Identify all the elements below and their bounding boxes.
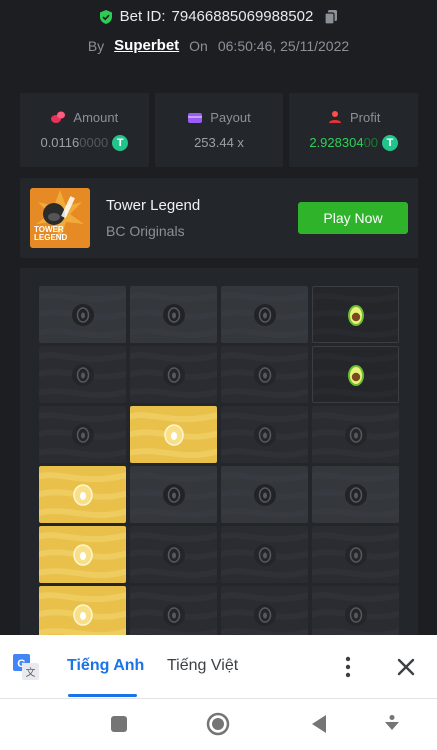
player-link[interactable]: Superbet xyxy=(114,37,179,54)
egg-slot-icon xyxy=(162,363,185,386)
tower-cell-dark xyxy=(39,346,126,403)
payout-label: Payout xyxy=(210,110,251,125)
close-icon[interactable] xyxy=(395,656,417,678)
egg-slot-icon xyxy=(344,543,367,566)
tower-board xyxy=(20,268,418,648)
translate-bar: G 文 Tiếng Anh Tiếng Việt xyxy=(0,635,437,698)
egg-slot-icon xyxy=(253,363,276,386)
tower-grid xyxy=(39,286,399,643)
egg-slot-icon xyxy=(344,483,367,506)
bet-header: Bet ID: 79466885069988502 By Superbet On… xyxy=(0,0,437,70)
game-card: TOWER LEGEND Tower Legend BC Originals P… xyxy=(20,178,418,258)
tower-cell-light xyxy=(221,466,308,523)
home-icon[interactable] xyxy=(206,712,230,736)
tower-cell-gold xyxy=(39,526,126,583)
tower-cell-light xyxy=(130,286,217,343)
tower-cell-dark xyxy=(130,346,217,403)
tower-cell-dark xyxy=(130,526,217,583)
active-tab-indicator xyxy=(68,694,137,697)
game-title[interactable]: Tower Legend xyxy=(106,197,200,214)
egg-slot-icon xyxy=(162,303,185,326)
tower-cell-dark xyxy=(39,406,126,463)
avocado-icon xyxy=(347,364,364,386)
egg-slot-icon xyxy=(71,363,94,386)
tether-coin-icon: T xyxy=(382,134,399,151)
keyboard-hide-icon[interactable] xyxy=(384,714,400,734)
bet-id-label: Bet ID: xyxy=(119,8,166,25)
google-translate-icon[interactable]: G 文 xyxy=(13,654,39,680)
egg-slot-icon xyxy=(344,423,367,446)
system-nav-bar xyxy=(0,698,437,750)
tower-cell-light xyxy=(221,286,308,343)
bet-id-value: 79466885069988502 xyxy=(171,8,314,25)
copy-icon[interactable] xyxy=(323,9,339,25)
egg-slot-icon xyxy=(162,483,185,506)
tab-english[interactable]: Tiếng Anh xyxy=(67,657,144,675)
egg-slot-icon xyxy=(71,423,94,446)
tower-cell-dark xyxy=(312,526,399,583)
egg-slot-icon xyxy=(71,303,94,326)
game-provider: BC Originals xyxy=(106,223,185,239)
tower-cell-avocado xyxy=(312,286,399,343)
tower-cell-gold xyxy=(39,466,126,523)
payout-value: 253.44 x xyxy=(194,135,244,150)
tower-cell-light xyxy=(130,466,217,523)
shield-check-icon xyxy=(99,9,112,24)
egg-slot-icon xyxy=(162,603,185,626)
back-icon[interactable] xyxy=(310,714,328,734)
avocado-icon xyxy=(347,304,364,326)
bet-meta-row: By Superbet On 06:50:46, 25/11/2022 xyxy=(0,37,437,54)
tether-coin-icon: T xyxy=(112,134,129,151)
game-thumbnail[interactable]: TOWER LEGEND xyxy=(30,188,90,248)
bet-id-row: Bet ID: 79466885069988502 xyxy=(0,8,437,25)
profit-value: 2.92830400 T xyxy=(309,134,399,151)
gold-egg-icon xyxy=(72,543,93,566)
profit-icon xyxy=(329,111,341,123)
tower-cell-dark xyxy=(221,346,308,403)
svg-text:文: 文 xyxy=(26,666,36,679)
profit-stat: Profit 2.92830400 T xyxy=(289,93,419,167)
by-label: By xyxy=(87,37,105,54)
coins-icon xyxy=(51,111,66,123)
tab-vietnamese[interactable]: Tiếng Việt xyxy=(167,657,238,675)
recent-apps-icon[interactable] xyxy=(110,715,128,733)
more-options-icon[interactable] xyxy=(340,655,356,679)
payout-stat: Payout 253.44 x xyxy=(154,93,284,167)
tower-cell-avocado xyxy=(312,346,399,403)
tower-cell-dark xyxy=(312,406,399,463)
egg-slot-icon xyxy=(253,483,276,506)
amount-label: Amount xyxy=(73,109,119,125)
egg-slot-icon xyxy=(344,603,367,626)
bet-stats: Amount 0.01160000 T Payout 253.44 x Prof… xyxy=(20,93,419,167)
profit-label: Profit xyxy=(350,109,381,125)
tower-cell-light xyxy=(312,466,399,523)
amount-value: 0.01160000 T xyxy=(40,134,129,151)
gold-egg-icon xyxy=(72,483,93,506)
egg-slot-icon xyxy=(253,423,276,446)
bet-datetime: 06:50:46, 25/11/2022 xyxy=(217,37,350,54)
egg-slot-icon xyxy=(162,543,185,566)
on-label: On xyxy=(189,37,208,54)
tower-cell-gold xyxy=(130,406,217,463)
wallet-icon xyxy=(188,112,203,123)
egg-slot-icon xyxy=(253,303,276,326)
gold-egg-icon xyxy=(163,423,184,446)
egg-slot-icon xyxy=(253,603,276,626)
play-now-button[interactable]: Play Now xyxy=(298,202,408,234)
tower-cell-dark xyxy=(221,406,308,463)
tower-cell-light xyxy=(39,286,126,343)
egg-slot-icon xyxy=(253,543,276,566)
amount-stat: Amount 0.01160000 T xyxy=(20,93,149,167)
tower-cell-dark xyxy=(221,526,308,583)
gold-egg-icon xyxy=(72,603,93,626)
